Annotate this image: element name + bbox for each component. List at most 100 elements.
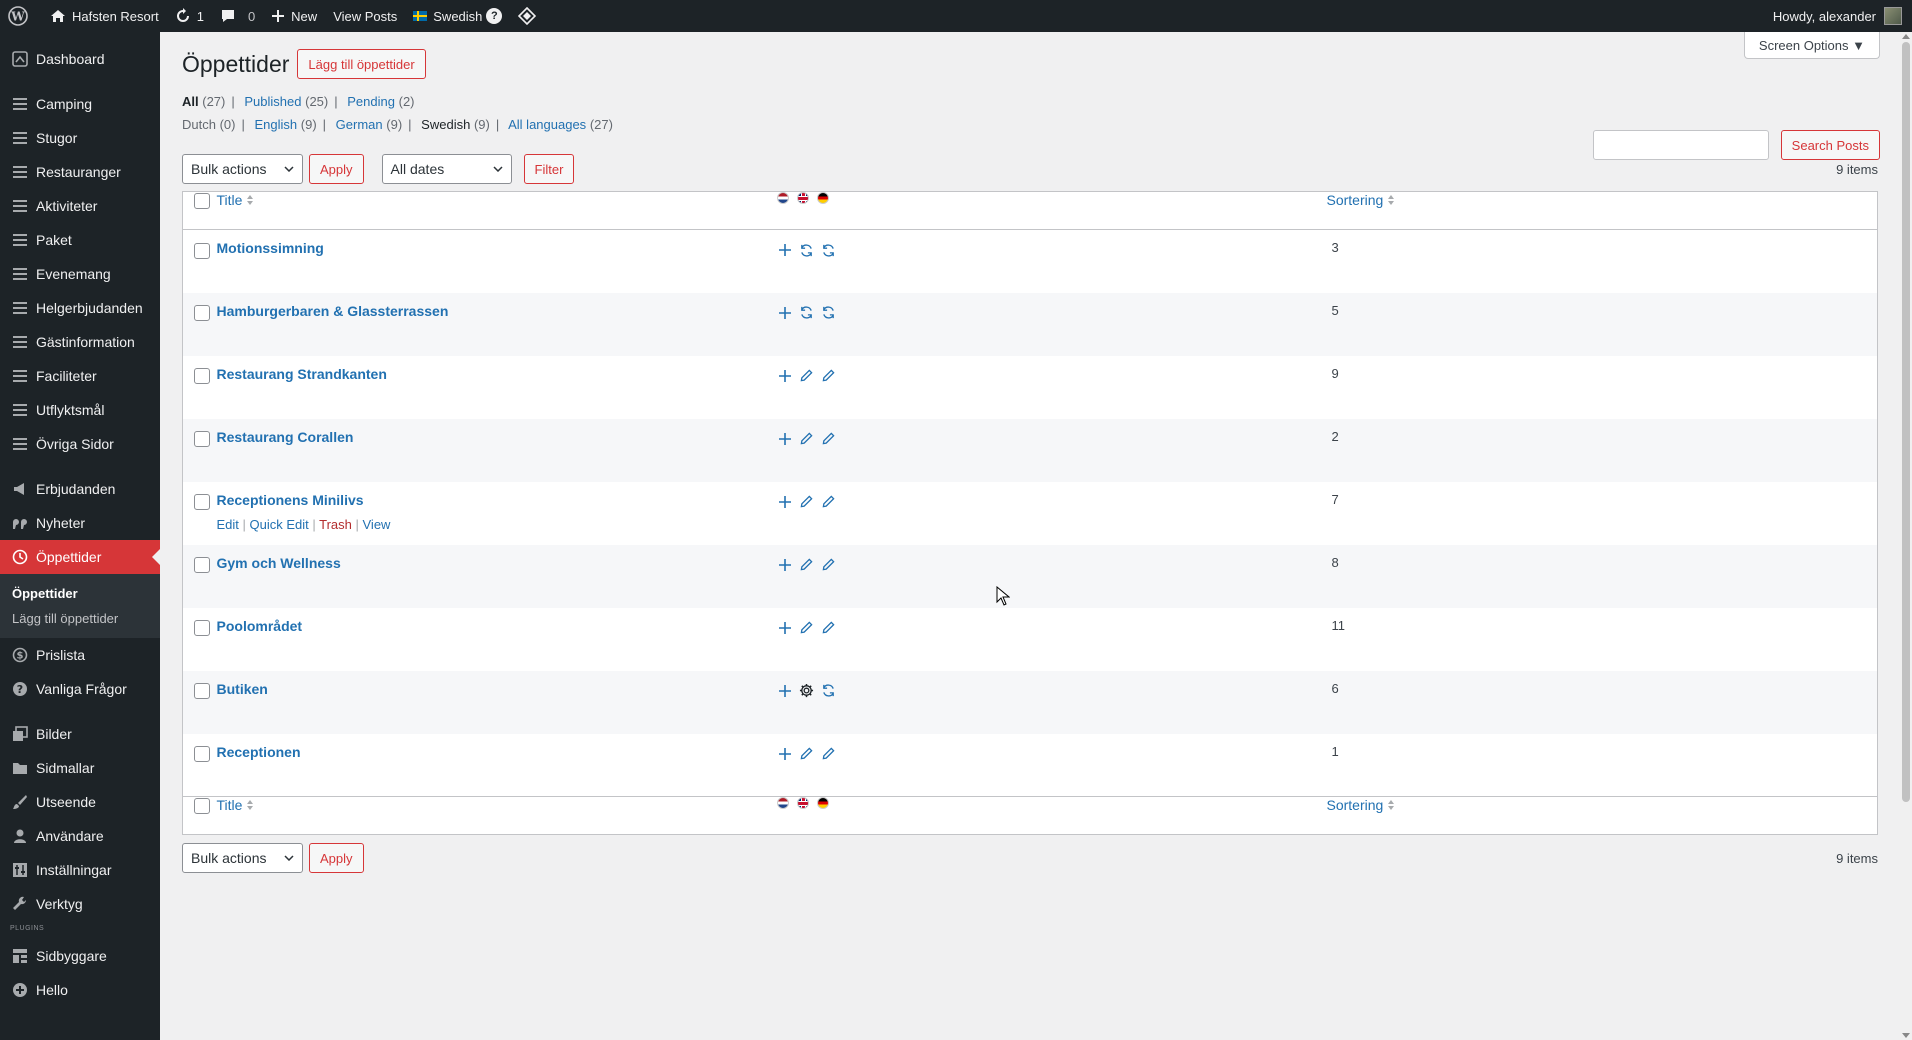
row-checkbox[interactable] <box>194 368 210 385</box>
dates-select[interactable]: All dates <box>381 154 512 184</box>
site-name-link[interactable]: Hafsten Resort <box>42 0 167 32</box>
plugin-diamond-link[interactable] <box>510 0 550 32</box>
select-all-checkbox[interactable] <box>194 192 210 209</box>
sort-by-sortering-footer[interactable]: Sortering <box>1327 797 1396 813</box>
menu-anvandare[interactable]: Användare <box>0 819 160 853</box>
edit-translation-pencil-icon[interactable] <box>799 746 815 762</box>
row-quick-edit-link[interactable]: Quick Edit <box>250 517 309 532</box>
menu-hello[interactable]: Hello <box>0 973 160 1007</box>
add-translation-plus-icon[interactable] <box>777 620 793 636</box>
menu-gastinformation[interactable]: Gästinformation <box>0 325 160 359</box>
row-edit-link[interactable]: Edit <box>217 517 239 532</box>
edit-translation-pencil-icon[interactable] <box>799 620 815 636</box>
submenu-add-oppettider[interactable]: Lägg till öppettider <box>0 606 160 631</box>
menu-stugor[interactable]: Stugor <box>0 121 160 155</box>
comments-link[interactable]: 0 <box>212 0 263 32</box>
menu-paket[interactable]: Paket <box>0 223 160 257</box>
menu-faciliteter[interactable]: Faciliteter <box>0 359 160 393</box>
row-trash-link[interactable]: Trash <box>319 517 352 532</box>
filter-published[interactable]: Published <box>244 94 301 109</box>
add-translation-plus-icon[interactable] <box>777 431 793 447</box>
add-translation-plus-icon[interactable] <box>777 305 793 321</box>
row-view-link[interactable]: View <box>363 517 391 532</box>
row-checkbox[interactable] <box>194 431 210 448</box>
row-title-link[interactable]: Receptionens Minilivs <box>217 492 364 508</box>
menu-installningar[interactable]: Inställningar <box>0 853 160 887</box>
menu-evenemang[interactable]: Evenemang <box>0 257 160 291</box>
edit-translation-pencil-icon[interactable] <box>821 746 837 762</box>
new-content-link[interactable]: New <box>263 0 325 32</box>
menu-utflyktsmal[interactable]: Utflyktsmål <box>0 393 160 427</box>
menu-sidmallar[interactable]: Sidmallar <box>0 751 160 785</box>
updates-link[interactable]: 1 <box>167 0 212 32</box>
screen-options-button[interactable]: Screen Options ▼ <box>1743 32 1880 59</box>
sort-by-title-footer[interactable]: Title <box>217 797 255 813</box>
row-checkbox[interactable] <box>194 620 210 637</box>
edit-translation-pencil-icon[interactable] <box>799 494 815 510</box>
edit-translation-pencil-icon[interactable] <box>799 368 815 384</box>
help-icon[interactable]: ? <box>486 8 503 24</box>
bulk-actions-select[interactable]: Bulk actions <box>182 154 303 184</box>
row-checkbox[interactable] <box>194 683 210 700</box>
menu-oppettider[interactable]: Öppettider <box>0 540 160 574</box>
row-title-link[interactable]: Hamburgerbaren & Glassterrassen <box>217 303 449 319</box>
sync-translation-sync-icon[interactable] <box>821 683 837 699</box>
edit-translation-pencil-icon[interactable] <box>821 620 837 636</box>
sort-by-title[interactable]: Title <box>217 192 255 208</box>
row-title-link[interactable]: Restaurang Corallen <box>217 429 354 445</box>
add-translation-plus-icon[interactable] <box>777 683 793 699</box>
scrollbar-thumb[interactable] <box>1902 42 1910 802</box>
row-title-link[interactable]: Motionssimning <box>217 240 324 256</box>
menu-aktiviteter[interactable]: Aktiviteter <box>0 189 160 223</box>
row-title-link[interactable]: Receptionen <box>217 744 301 760</box>
add-translation-plus-icon[interactable] <box>777 242 793 258</box>
sync-translation-sync-icon[interactable] <box>821 305 837 321</box>
menu-camping[interactable]: Camping <box>0 87 160 121</box>
edit-translation-pencil-icon[interactable] <box>821 431 837 447</box>
edit-translation-pencil-icon[interactable] <box>821 368 837 384</box>
row-title-link[interactable]: Poolområdet <box>217 618 303 634</box>
menu-bilder[interactable]: Bilder <box>0 717 160 751</box>
row-checkbox[interactable] <box>194 494 210 511</box>
filter-pending[interactable]: Pending <box>347 94 395 109</box>
menu-prislista[interactable]: $ Prislista <box>0 638 160 672</box>
view-posts-link[interactable]: View Posts <box>325 0 405 32</box>
menu-ovriga-sidor[interactable]: Övriga Sidor <box>0 427 160 461</box>
row-title-link[interactable]: Butiken <box>217 681 268 697</box>
select-all-checkbox-footer[interactable] <box>194 797 210 814</box>
edit-translation-pencil-icon[interactable] <box>821 557 837 573</box>
lang-german[interactable]: German <box>336 117 383 132</box>
menu-utseende[interactable]: Utseende <box>0 785 160 819</box>
bulk-actions-select-bottom[interactable]: Bulk actions <box>182 843 303 873</box>
menu-restauranger[interactable]: Restauranger <box>0 155 160 189</box>
row-checkbox[interactable] <box>194 305 210 322</box>
menu-nyheter[interactable]: Nyheter <box>0 506 160 540</box>
add-translation-plus-icon[interactable] <box>777 368 793 384</box>
page-scrollbar[interactable] <box>1900 32 1912 1040</box>
sync-translation-sync-icon[interactable] <box>799 242 815 258</box>
add-oppettider-button[interactable]: Lägg till öppettider <box>297 49 426 79</box>
scroll-up-icon[interactable] <box>1902 34 1910 39</box>
lang-english[interactable]: English <box>255 117 298 132</box>
menu-sidbyggare[interactable]: Sidbyggare <box>0 939 160 973</box>
user-account-link[interactable]: Howdy, alexander <box>1765 0 1912 32</box>
add-translation-plus-icon[interactable] <box>777 494 793 510</box>
add-translation-plus-icon[interactable] <box>777 557 793 573</box>
translation-settings-gear-icon[interactable] <box>799 683 815 699</box>
row-title-link[interactable]: Gym och Wellness <box>217 555 341 571</box>
filter-all[interactable]: All <box>182 94 199 109</box>
add-translation-plus-icon[interactable] <box>777 746 793 762</box>
menu-erbjudanden[interactable]: Erbjudanden <box>0 472 160 506</box>
menu-helgerbjudanden[interactable]: Helgerbjudanden <box>0 291 160 325</box>
sync-translation-sync-icon[interactable] <box>821 242 837 258</box>
language-switcher[interactable]: Swedish ? <box>405 0 510 32</box>
edit-translation-pencil-icon[interactable] <box>821 494 837 510</box>
row-checkbox[interactable] <box>194 557 210 574</box>
menu-dashboard[interactable]: Dashboard <box>0 42 160 76</box>
edit-translation-pencil-icon[interactable] <box>799 431 815 447</box>
apply-button[interactable]: Apply <box>309 154 364 184</box>
wordpress-logo-icon[interactable]: W <box>0 0 42 32</box>
row-checkbox[interactable] <box>194 242 210 259</box>
sort-by-sortering[interactable]: Sortering <box>1327 192 1396 208</box>
row-checkbox[interactable] <box>194 746 210 763</box>
